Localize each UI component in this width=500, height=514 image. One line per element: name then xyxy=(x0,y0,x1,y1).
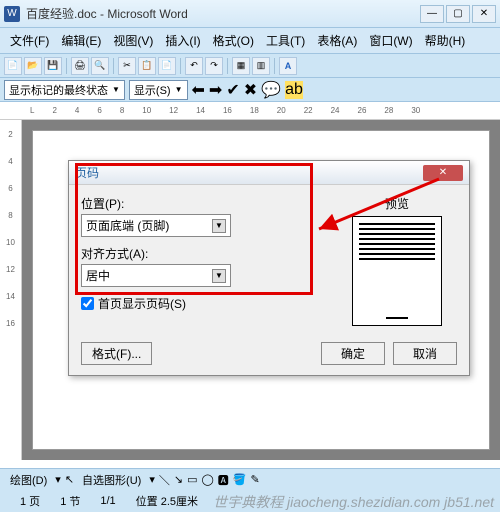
chevron-down-icon: ▼ xyxy=(212,269,226,283)
status-pages: 1/1 xyxy=(100,495,115,507)
vertical-ruler: 246810121416 xyxy=(0,120,22,460)
position-label: 位置(P): xyxy=(81,195,321,212)
chevron-down-icon: ▼ xyxy=(212,219,226,233)
status-page: 1 页 xyxy=(20,493,40,509)
close-button[interactable]: ✕ xyxy=(472,5,496,23)
dialog-title: 页码 xyxy=(75,164,99,181)
title-bar: W 百度经验.doc - Microsoft Word — ▢ ✕ xyxy=(0,0,500,28)
maximize-button[interactable]: ▢ xyxy=(446,5,470,23)
dialog-close-button[interactable]: ✕ xyxy=(423,165,463,181)
line-color-icon[interactable]: ✎ xyxy=(250,473,259,486)
dialog-titlebar: 页码 ✕ xyxy=(69,161,469,185)
ok-button[interactable]: 确定 xyxy=(321,342,385,365)
accept-icon[interactable]: ✔ xyxy=(226,80,239,100)
status-position: 位置 2.5厘米 xyxy=(136,493,198,509)
draw-menu[interactable]: 绘图(D) xyxy=(6,472,51,488)
arrow-icon[interactable]: ↘ xyxy=(174,473,183,486)
undo-icon[interactable]: ↶ xyxy=(185,57,203,75)
preview-label: 预览 xyxy=(337,195,457,212)
copy-icon[interactable]: 📋 xyxy=(138,57,156,75)
status-section: 1 节 xyxy=(60,493,80,509)
position-combo[interactable]: 页面底端 (页脚) ▼ xyxy=(81,214,231,237)
window-title: 百度经验.doc - Microsoft Word xyxy=(26,5,420,22)
word-icon: W xyxy=(4,6,20,22)
reviewing-toolbar: 显示标记的最终状态▼ 显示(S)▼ ⬅ ➡ ✔ ✖ 💬 ab xyxy=(0,78,500,102)
reject-icon[interactable]: ✖ xyxy=(244,80,257,100)
cut-icon[interactable]: ✂ xyxy=(118,57,136,75)
page-number-dialog: 页码 ✕ 位置(P): 页面底端 (页脚) ▼ 对齐方式(A): 居中 ▼ 首页… xyxy=(68,160,470,376)
drawing-toolbar: 绘图(D)▾ ↖ 自选图形(U)▾ ＼ ↘ ▭ ◯ 🅰 🪣 ✎ xyxy=(0,468,500,490)
first-page-label: 首页显示页码(S) xyxy=(98,295,186,312)
open-icon[interactable]: 📂 xyxy=(24,57,42,75)
save-icon[interactable]: 💾 xyxy=(44,57,62,75)
textbox-icon[interactable]: 🅰 xyxy=(218,472,229,488)
alignment-label: 对齐方式(A): xyxy=(81,245,321,262)
preview-image xyxy=(352,216,442,326)
horizontal-ruler: L24681012141618202224262830 xyxy=(0,102,500,120)
line-icon[interactable]: ＼ xyxy=(159,472,170,488)
table-icon[interactable]: ▦ xyxy=(232,57,250,75)
menu-file[interactable]: 文件(F) xyxy=(4,30,55,51)
fill-icon[interactable]: 🪣 xyxy=(233,473,247,486)
standard-toolbar: 📄 📂 💾 🖨 🔍 ✂ 📋 📄 ↶ ↷ ▦ ▥ A xyxy=(0,54,500,78)
minimize-button[interactable]: — xyxy=(420,5,444,23)
prev-change-icon[interactable]: ⬅ xyxy=(192,80,205,100)
next-change-icon[interactable]: ➡ xyxy=(209,80,222,100)
print-icon[interactable]: 🖨 xyxy=(71,57,89,75)
redo-icon[interactable]: ↷ xyxy=(205,57,223,75)
autoshapes-menu[interactable]: 自选图形(U) xyxy=(78,472,145,488)
menu-edit[interactable]: 编辑(E) xyxy=(55,30,107,51)
preview-icon[interactable]: 🔍 xyxy=(91,57,109,75)
menu-help[interactable]: 帮助(H) xyxy=(419,30,472,51)
menu-insert[interactable]: 插入(I) xyxy=(159,30,206,51)
menu-view[interactable]: 视图(V) xyxy=(107,30,159,51)
menu-window[interactable]: 窗口(W) xyxy=(363,30,418,51)
font-icon[interactable]: A xyxy=(279,57,297,75)
alignment-combo[interactable]: 居中 ▼ xyxy=(81,264,231,287)
format-button[interactable]: 格式(F)... xyxy=(81,342,152,365)
rectangle-icon[interactable]: ▭ xyxy=(187,473,197,486)
track-changes-combo[interactable]: 显示标记的最终状态▼ xyxy=(4,80,125,100)
cancel-button[interactable]: 取消 xyxy=(393,342,457,365)
paste-icon[interactable]: 📄 xyxy=(158,57,176,75)
menu-table[interactable]: 表格(A) xyxy=(311,30,363,51)
menu-tools[interactable]: 工具(T) xyxy=(260,30,311,51)
show-combo[interactable]: 显示(S)▼ xyxy=(129,80,188,100)
oval-icon[interactable]: ◯ xyxy=(201,473,213,486)
watermark: 世宇典教程 jiaocheng.shezidian.com jb51.net xyxy=(213,495,494,510)
menu-format[interactable]: 格式(O) xyxy=(207,30,260,51)
new-icon[interactable]: 📄 xyxy=(4,57,22,75)
comment-icon[interactable]: 💬 xyxy=(261,80,281,100)
first-page-checkbox[interactable] xyxy=(81,297,94,310)
menu-bar: 文件(F) 编辑(E) 视图(V) 插入(I) 格式(O) 工具(T) 表格(A… xyxy=(0,28,500,54)
pointer-icon[interactable]: ↖ xyxy=(65,473,74,486)
highlight-icon[interactable]: ab xyxy=(285,81,303,99)
columns-icon[interactable]: ▥ xyxy=(252,57,270,75)
